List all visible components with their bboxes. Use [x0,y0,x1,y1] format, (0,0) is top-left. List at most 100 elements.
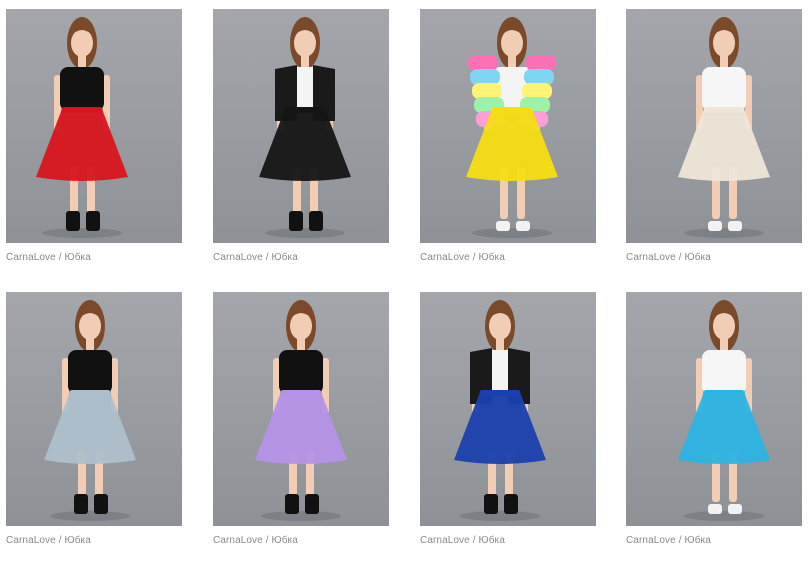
neck [86,338,94,350]
skirt [44,392,136,464]
model-figure [678,17,770,238]
product-name: Юбка [271,252,298,263]
left-shoe [285,494,299,514]
neck [720,55,728,67]
product-card[interactable]: CarnaLove / Юбка [420,292,596,546]
face [501,29,523,57]
face [71,29,93,57]
product-grid: CarnaLove / Юбка CarnaLove / Юбка CarnaL… [0,0,812,564]
product-photo[interactable] [626,292,802,526]
product-name: Юбка [684,535,711,546]
product-card[interactable]: CarnaLove / Юбка [213,292,389,546]
product-card[interactable]: CarnaLove / Юбка [626,9,802,263]
brand-name: CarnaLove [6,535,56,546]
right-shoe [94,494,108,514]
skirt [36,109,128,181]
skirt-waistband [281,390,321,396]
face [290,312,312,340]
product-caption[interactable]: CarnaLove / Юбка [626,252,802,263]
neck [301,55,309,67]
caption-separator: / [472,252,476,263]
product-name: Юбка [64,535,91,546]
product-card[interactable]: CarnaLove / Юбка [6,292,182,546]
skirt-waistband [62,107,102,113]
product-name: Юбка [271,535,298,546]
product-card[interactable]: CarnaLove / Юбка [213,9,389,263]
product-caption[interactable]: CarnaLove / Юбка [626,535,802,546]
product-caption[interactable]: CarnaLove / Юбка [213,535,389,546]
caption-separator: / [678,252,682,263]
product-photo[interactable] [420,292,596,526]
skirt-waistband [492,107,532,113]
product-caption[interactable]: CarnaLove / Юбка [213,252,389,263]
product-name: Юбка [478,252,505,263]
product-photo[interactable] [626,9,802,243]
product-caption[interactable]: CarnaLove / Юбка [6,252,182,263]
product-card[interactable]: CarnaLove / Юбка [420,9,596,263]
top [702,350,746,394]
floor-shadow [50,511,130,521]
left-shoe [66,211,80,231]
skirt [255,392,347,464]
face [489,312,511,340]
jacket-fur-right [524,69,554,85]
left-shoe [289,211,303,231]
model-figure [454,300,546,521]
product-photo[interactable] [213,9,389,243]
product-card[interactable]: CarnaLove / Юбка [626,292,802,546]
product-photo[interactable] [6,9,182,243]
model-figure [255,300,347,521]
left-shoe [708,504,722,514]
product-caption[interactable]: CarnaLove / Юбка [6,535,182,546]
model-figure [259,17,351,238]
face [713,312,735,340]
jacket-fur-left [472,83,502,99]
top [60,67,104,111]
caption-separator: / [58,535,62,546]
product-photo[interactable] [6,292,182,526]
right-shoe [86,211,100,231]
left-shoe [496,221,510,231]
caption-separator: / [58,252,62,263]
right-shoe [504,494,518,514]
floor-shadow [42,228,122,238]
floor-shadow [684,228,764,238]
skirt-waistband [70,390,110,396]
right-shoe [305,494,319,514]
neck [297,338,305,350]
skirt [678,109,770,181]
top [68,350,112,394]
face [79,312,101,340]
product-name: Юбка [64,252,91,263]
neck [508,55,516,67]
right-shoe [516,221,530,231]
model-figure [678,300,770,521]
jacket-fur-left [470,69,500,85]
left-shoe [708,221,722,231]
floor-shadow [265,228,345,238]
right-shoe [728,221,742,231]
caption-separator: / [265,535,269,546]
product-photo[interactable] [420,9,596,243]
product-card[interactable]: CarnaLove / Юбка [6,9,182,263]
skirt [678,392,770,464]
jacket-fur-right [522,83,552,99]
neck [496,338,504,350]
floor-shadow [472,228,552,238]
brand-name: CarnaLove [6,252,56,263]
product-caption[interactable]: CarnaLove / Юбка [420,252,596,263]
product-caption[interactable]: CarnaLove / Юбка [420,535,596,546]
face [713,29,735,57]
neck [78,55,86,67]
product-photo[interactable] [213,292,389,526]
right-shoe [309,211,323,231]
skirt-waistband [285,107,325,113]
top [279,350,323,394]
left-shoe [484,494,498,514]
caption-separator: / [472,535,476,546]
model-figure [36,17,128,238]
brand-name: CarnaLove [420,535,470,546]
brand-name: CarnaLove [626,252,676,263]
brand-name: CarnaLove [213,252,263,263]
product-name: Юбка [684,252,711,263]
